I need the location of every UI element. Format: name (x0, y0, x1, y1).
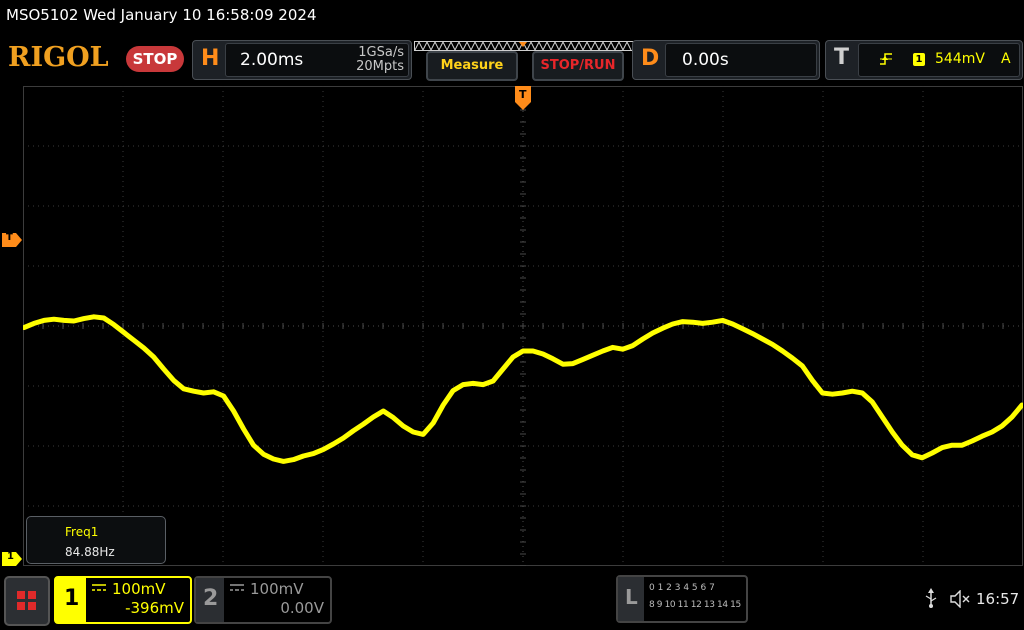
trigger-panel[interactable]: T 1 544mV A (825, 40, 1023, 80)
horizontal-label: H (201, 46, 220, 71)
trigger-readout: 1 544mV A (858, 43, 1020, 77)
measurement-value: 84.88Hz (65, 545, 115, 559)
channel1-scale: 100mV (112, 580, 166, 598)
device-title: MSO5102 Wed January 10 16:58:09 2024 (6, 6, 317, 24)
channel1-offset: -396mV (125, 599, 184, 617)
trigger-level-marker-label: T (6, 232, 13, 243)
channel1-offset-marker[interactable]: 1 (2, 551, 22, 570)
channel2-scale: 100mV (250, 580, 304, 598)
delay-value: 0.00s (682, 50, 729, 70)
channel2-offset: 0.00V (280, 599, 324, 617)
logic-label: L (625, 585, 638, 609)
channel2-panel[interactable]: 2 100mV 0.00V (194, 576, 332, 624)
measure-button[interactable]: Measure (426, 51, 518, 81)
stop-run-button[interactable]: STOP/RUN (532, 51, 624, 81)
trigger-level: 544mV (935, 51, 985, 67)
channel2-coupling-icon (230, 584, 244, 591)
menu-button[interactable] (4, 576, 50, 626)
channel2-tab: 2 (196, 578, 224, 622)
grid-menu-icon (17, 591, 36, 610)
waveform-display[interactable] (21, 85, 1024, 567)
channel1-tab: 1 (56, 578, 86, 622)
rigol-logo: RIGOL (8, 42, 109, 73)
logic-tab: L (618, 577, 644, 621)
trigger-mode: A (1001, 51, 1011, 67)
waveform-grid[interactable] (21, 85, 1024, 567)
delay-label: D (641, 46, 660, 71)
title-bar: MSO5102 Wed January 10 16:58:09 2024 (0, 0, 1024, 34)
channel2-number: 2 (203, 586, 219, 611)
usb-icon (925, 588, 937, 608)
bottom-bar: 1 100mV -396mV 2 100mV 0.00V L 0 1 2 3 4… (0, 570, 1024, 630)
channel1-number: 1 (64, 586, 80, 611)
channel1-marker-label: 1 (7, 551, 14, 562)
trigger-label: T (834, 45, 850, 70)
delay-panel[interactable]: D 0.00s (632, 40, 820, 80)
trigger-position-marker[interactable]: T (515, 86, 531, 114)
trigger-source: 1 (913, 53, 925, 66)
horizontal-readout: 2.00ms 1GSa/s 20Mpts (225, 43, 409, 77)
delay-readout: 0.00s (665, 43, 817, 77)
logic-channels-low: 0 1 2 3 4 5 6 7 (649, 583, 715, 593)
measurement-name: Freq1 (65, 525, 99, 539)
timebase-value: 2.00ms (240, 50, 304, 70)
channel1-panel[interactable]: 1 100mV -396mV (54, 576, 192, 624)
memory-depth: 20Mpts (356, 59, 404, 74)
dc-coupling-icon (92, 584, 106, 591)
run-state-badge[interactable]: STOP (126, 46, 184, 72)
measurement-panel[interactable]: Freq1 84.88Hz (26, 516, 166, 564)
horizontal-panel[interactable]: H 2.00ms 1GSa/s 20Mpts (192, 40, 412, 80)
memory-position-bar[interactable] (414, 37, 634, 52)
rising-edge-icon (880, 53, 892, 65)
clock: 16:57 (976, 590, 1020, 608)
logic-panel[interactable]: L 0 1 2 3 4 5 6 7 8 9 10 11 12 13 14 15 (616, 575, 748, 623)
sample-rate: 1GSa/s (358, 45, 404, 60)
logic-channels-high: 8 9 10 11 12 13 14 15 (649, 600, 741, 610)
trigger-level-marker[interactable]: T (2, 232, 22, 251)
speaker-muted-icon[interactable] (950, 590, 972, 608)
trigger-position-label: T (519, 88, 527, 101)
